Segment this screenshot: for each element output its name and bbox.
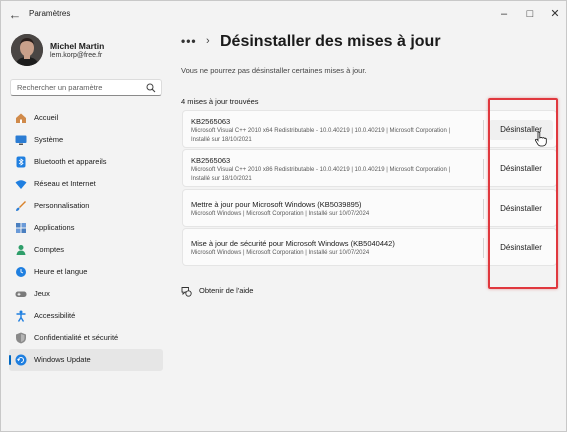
sidebar-item-label: Confidentialité et sécurité: [34, 333, 119, 342]
update-details: Microsoft Visual C++ 2010 x64 Redistribu…: [191, 128, 451, 134]
avatar[interactable]: [11, 34, 43, 66]
sidebar-item-accueil[interactable]: Accueil: [9, 107, 163, 129]
divider: [483, 199, 484, 219]
bluetooth-icon: [16, 156, 26, 168]
sidebar-item-confidentialite[interactable]: Confidentialité et sécurité: [9, 327, 163, 349]
breadcrumb-more-button[interactable]: •••: [181, 34, 197, 48]
sidebar-item-label: Accessibilité: [34, 311, 76, 320]
apps-icon: [16, 223, 26, 233]
shield-icon: [16, 332, 26, 344]
update-details: Microsoft Windows | Microsoft Corporatio…: [191, 211, 370, 217]
sidebar-item-windows-update[interactable]: Windows Update: [9, 349, 163, 371]
minimize-icon[interactable]: –: [493, 5, 515, 23]
sidebar-item-label: Bluetooth et appareils: [34, 157, 107, 166]
person-icon: [16, 245, 26, 255]
update-name: KB2565063: [191, 117, 231, 126]
gamepad-icon: [15, 291, 27, 297]
page-subtitle: Vous ne pourrez pas désinstaller certain…: [181, 66, 367, 75]
sidebar-item-label: Windows Update: [34, 355, 91, 364]
chevron-right-icon: ›: [206, 35, 210, 47]
maximize-icon[interactable]: □: [519, 5, 541, 23]
sidebar-item-systeme[interactable]: Système: [9, 129, 163, 151]
sidebar-item-label: Heure et langue: [34, 267, 88, 276]
hand-cursor-icon: [535, 131, 547, 147]
globe-clock-icon: [16, 267, 26, 277]
sidebar-item-bluetooth[interactable]: Bluetooth et appareils: [9, 151, 163, 173]
sidebar-item-label: Réseau et Internet: [34, 179, 96, 188]
wifi-icon: [15, 180, 27, 189]
sidebar-item-accessibilite[interactable]: Accessibilité: [9, 305, 163, 327]
update-name: KB2565063: [191, 156, 231, 165]
settings-window: ← Paramètres – □ ✕ Michel Martin lem.kor…: [0, 0, 567, 432]
divider: [483, 120, 484, 140]
update-details: Microsoft Windows | Microsoft Corporatio…: [191, 250, 370, 256]
search-box[interactable]: [10, 79, 162, 96]
sidebar-item-applications[interactable]: Applications: [9, 217, 163, 239]
sidebar-item-label: Personnalisation: [34, 201, 90, 210]
update-details: Microsoft Visual C++ 2010 x86 Redistribu…: [191, 167, 451, 173]
app-title: Paramètres: [29, 9, 71, 18]
sidebar-item-personnalisation[interactable]: Personnalisation: [9, 195, 163, 217]
sidebar-item-jeux[interactable]: Jeux: [9, 283, 163, 305]
highlight-box: [488, 98, 558, 289]
title-bar: ← Paramètres – □ ✕: [1, 1, 566, 29]
sidebar-item-label: Comptes: [34, 245, 65, 254]
back-arrow-icon[interactable]: ←: [7, 7, 23, 23]
updates-count: 4 mises à jour trouvées: [181, 97, 259, 106]
home-icon: [16, 113, 26, 123]
sidebar-item-label: Accueil: [34, 113, 59, 122]
sidebar-item-heure-langue[interactable]: Heure et langue: [9, 261, 163, 283]
sidebar-nav: Accueil Système Bluetooth et appareils R…: [9, 107, 163, 371]
divider: [483, 238, 484, 258]
sidebar-item-label: Système: [34, 135, 64, 144]
search-icon[interactable]: [146, 83, 156, 93]
help-label: Obtenir de l'aide: [199, 286, 254, 295]
sidebar-item-comptes[interactable]: Comptes: [9, 239, 163, 261]
search-input[interactable]: [17, 82, 145, 93]
update-date: Installé sur 18/10/2021: [191, 137, 252, 143]
monitor-icon: [15, 135, 27, 145]
sidebar-item-label: Applications: [34, 223, 75, 232]
update-date: Installé sur 18/10/2021: [191, 176, 252, 182]
sidebar-item-label: Jeux: [34, 289, 50, 298]
page-title: Désinstaller des mises à jour: [220, 33, 441, 50]
update-icon: [15, 354, 27, 366]
accessibility-icon: [16, 310, 26, 322]
help-chat-icon: [181, 287, 192, 297]
user-email: lem.korp@free.fr: [50, 52, 103, 59]
divider: [483, 159, 484, 179]
update-name: Mise à jour de sécurité pour Microsoft W…: [191, 239, 395, 248]
update-name: Mettre à jour pour Microsoft Windows (KB…: [191, 200, 362, 209]
user-name: Michel Martin: [50, 41, 105, 51]
brush-icon: [16, 201, 26, 211]
sidebar-item-reseau[interactable]: Réseau et Internet: [9, 173, 163, 195]
close-icon[interactable]: ✕: [544, 5, 566, 23]
